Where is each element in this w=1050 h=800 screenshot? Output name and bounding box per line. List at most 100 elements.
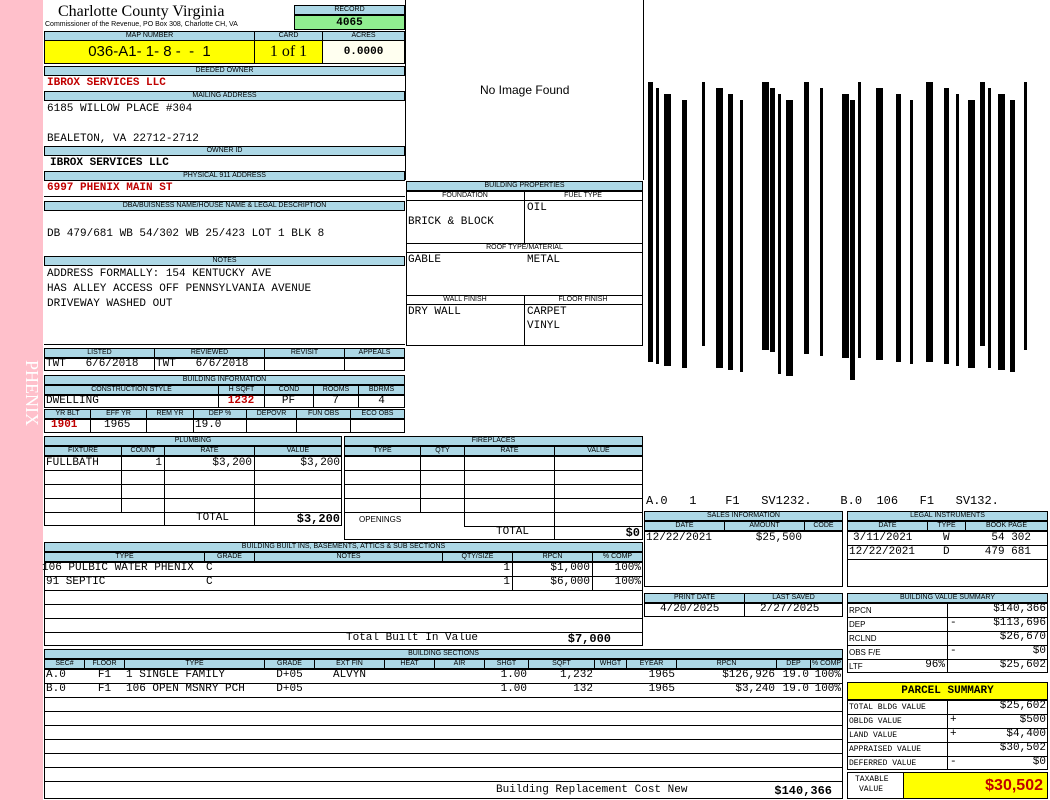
barcode-bar — [648, 82, 653, 362]
legal-instrument-type: W — [943, 532, 950, 544]
barcode-bar — [682, 100, 687, 368]
building-sections-total: $140,366 — [774, 784, 832, 798]
legal-instruments-label: LEGAL INSTRUMENTS — [847, 511, 1048, 521]
building-section-floor: F1 — [97, 683, 112, 695]
mailing-line2: BEALETON, VA 22712-2712 — [47, 133, 199, 145]
parcel-summary-name: TOTAL BLDG VALUE — [849, 703, 926, 712]
deeded-owner: IBROX SERVICES LLC — [47, 77, 166, 89]
floor-value-2: VINYL — [527, 320, 561, 332]
card-number: 1 of 1 — [254, 40, 323, 64]
legal-description: DB 479/681 WB 54/302 WB 25/423 LOT 1 BLK… — [47, 228, 325, 240]
builtins-col: NOTES — [254, 552, 443, 562]
barcode-bar — [988, 88, 991, 368]
value-summary-name: RPCN — [849, 606, 872, 615]
building-sections-col: % COMP — [810, 659, 843, 669]
commissioner-line: Commissioner of the Revenue, PO Box 308,… — [45, 21, 238, 28]
construction-style: DWELLING — [46, 395, 99, 407]
fuel-value: OIL — [527, 202, 547, 214]
effyr-value: 1965 — [104, 419, 131, 431]
value-summary-name: DEP — [849, 620, 866, 629]
building-section-sec: A.0 — [46, 669, 66, 681]
floor-label: FLOOR FINISH — [558, 296, 608, 303]
bdrms-label: BDRMS — [358, 385, 405, 395]
barcode-bar — [656, 88, 659, 364]
builtins-col: RPCN — [512, 552, 593, 562]
physical-address: 6997 PHENIX MAIN ST — [47, 182, 173, 194]
no-image-text: No Image Found — [480, 83, 570, 97]
plumbing-total-label: TOTAL — [196, 512, 230, 524]
value-summary-value: $26,670 — [999, 631, 1046, 643]
parcel-summary-name: DEFERRED VALUE — [849, 759, 917, 768]
building-sections-col: HEAT — [384, 659, 435, 669]
fireplaces-total-label: TOTAL — [496, 526, 530, 538]
legal-instrument-date: 3/11/2021 — [853, 532, 913, 544]
sales-amount: $25,500 — [755, 532, 802, 544]
listed-value: TWT 6/6/2018 — [46, 358, 139, 370]
building-section-type: 1 SINGLE FAMILY — [126, 669, 226, 681]
dep-label: DEP % — [193, 409, 247, 419]
building-sections-total-label: Building Replacement Cost New — [496, 784, 688, 796]
fuel-label: FUEL TYPE — [564, 192, 602, 199]
print-date-label: PRINT DATE — [644, 593, 745, 603]
fireplaces-col: QTY — [420, 446, 465, 456]
reviewed-value: TWT 6/6/2018 — [156, 358, 249, 370]
wall-value: DRY WALL — [408, 306, 461, 318]
plumbing-label: PLUMBING — [44, 436, 342, 446]
rooms-label: ROOMS — [313, 385, 359, 395]
funobs-label: FUN OBS — [296, 409, 351, 419]
side-label: PHENIX — [22, 360, 42, 426]
barcode-bar — [998, 94, 1005, 370]
barcode-bar — [876, 88, 883, 360]
barcode-bar — [728, 94, 733, 370]
parcel-summary-value: $4,400 — [1006, 728, 1046, 740]
building-section-rpcn: $3,240 — [735, 683, 775, 695]
value-summary-ltf-pct: 96% — [925, 659, 945, 671]
value-summary-value: $140,366 — [993, 603, 1046, 615]
parcel-summary-name: APPRAISED VALUE — [849, 745, 922, 754]
building-sections-col: RPCN — [676, 659, 777, 669]
building-sections-col: TYPE — [124, 659, 265, 669]
parcel-summary-name: OBLDG VALUE — [849, 717, 902, 726]
fireplaces-openings-label: OPENINGS — [359, 515, 402, 524]
fireplaces-col: RATE — [464, 446, 555, 456]
building-section-ext: ALVYN — [332, 669, 366, 681]
barcode-bar — [702, 82, 705, 346]
fireplaces-col: TYPE — [344, 446, 421, 456]
yrblt-label: YR BLT — [44, 409, 91, 419]
roof-material: METAL — [527, 254, 561, 266]
revisit-label: REVISIT — [264, 348, 345, 358]
plumbing-fixture: FULLBATH — [46, 457, 99, 469]
builtins-comp: 100% — [614, 576, 641, 588]
building-section-floor: F1 — [97, 669, 112, 681]
physical-address-label: PHYSICAL 911 ADDRESS — [44, 171, 405, 181]
print-date: 4/20/2025 — [660, 603, 720, 615]
barcode-bar — [842, 94, 849, 358]
hsqft-label: H SQFT — [218, 385, 265, 395]
county-title: Charlotte County Virginia — [58, 3, 225, 20]
barcode-bar — [968, 100, 975, 368]
barcode-bar — [664, 94, 671, 366]
bdrms-value: 4 — [378, 395, 385, 407]
legal-label: DBA/BUISNESS NAME/HOUSE NAME & LEGAL DES… — [44, 201, 405, 211]
legal-instrument-type: D — [943, 546, 950, 558]
effyr-label: EFF YR — [90, 409, 147, 419]
floor-value-1: CARPET — [527, 306, 567, 318]
sales-col: DATE — [644, 521, 725, 531]
building-section-comp: 100% — [814, 683, 841, 695]
building-section-type: 106 OPEN MSNRY PCH — [126, 683, 245, 695]
legal-instrument-book: 479 681 — [984, 546, 1031, 558]
barcode-bar — [804, 82, 809, 354]
value-summary-value: $25,602 — [999, 659, 1046, 671]
rooms-value: 7 — [332, 395, 339, 407]
legal-instrument-book: 54 302 — [991, 532, 1031, 544]
barcode-bar — [762, 82, 769, 350]
building-sections-col: EYEAR — [626, 659, 677, 669]
yrblt-value: 1901 — [51, 419, 78, 431]
sales-col: CODE — [804, 521, 843, 531]
last-saved-label: LAST SAVED — [744, 593, 843, 603]
building-sections-col: WHGT — [594, 659, 627, 669]
barcode — [644, 0, 1048, 494]
fireplaces-label: FIREPLACES — [344, 436, 643, 446]
parcel-summary-value: $500 — [1019, 714, 1046, 726]
building-section-eyear: 1965 — [648, 683, 675, 695]
